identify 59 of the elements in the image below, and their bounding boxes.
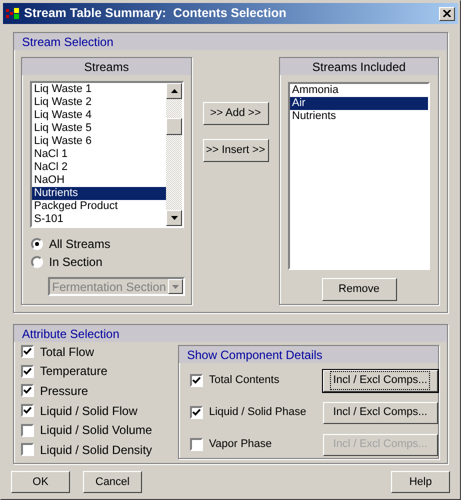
list-item[interactable]: Liq Waste 6 [32, 135, 166, 148]
checkbox-label: Liquid / Solid Volume [40, 422, 152, 440]
list-item[interactable]: NaCl 2 [32, 161, 166, 174]
close-icon [443, 10, 451, 17]
dialog-button[interactable]: Cancel [83, 471, 142, 493]
checkbox[interactable] [21, 364, 34, 378]
list-item[interactable]: Ammonia [290, 84, 428, 97]
checkbox-label: Total Flow [40, 344, 94, 361]
panel-title: Streams [22, 58, 191, 75]
included-list[interactable]: Ammonia Air Nutrients [288, 82, 430, 270]
add-button[interactable]: >> Add >> [202, 102, 268, 125]
radio-label: All Streams [49, 236, 110, 252]
remove-button[interactable]: Remove [322, 278, 396, 301]
list-item[interactable]: Liq Waste 1 [32, 83, 166, 96]
incl-excl-button[interactable]: Incl / Excl Comps... [322, 402, 438, 424]
scroll-up-icon [170, 89, 178, 93]
checkbox[interactable] [190, 406, 203, 419]
list-item[interactable]: Packged Product [32, 200, 166, 213]
checkbox[interactable] [21, 404, 34, 418]
checkbox-label: Pressure [40, 382, 88, 400]
checkbox-label: Liquid / Solid Phase [209, 405, 308, 420]
group-title: Show Component Details [179, 346, 438, 363]
checkbox[interactable] [21, 384, 34, 398]
group-title: Attribute Selection [14, 325, 447, 342]
checkbox-label: Vapor Phase [209, 437, 273, 452]
list-item[interactable]: NaCl 1 [32, 148, 166, 161]
checkbox-label: Temperature [40, 363, 108, 380]
dropdown-arrow-icon [172, 284, 180, 288]
list-item[interactable]: Liq Waste 2 [32, 96, 166, 109]
checkbox[interactable] [21, 443, 34, 456]
list-item[interactable]: Air [290, 97, 428, 110]
list-item[interactable]: NaOH [32, 174, 166, 187]
scrollbar[interactable] [166, 83, 182, 226]
panel-title: Streams Included [280, 58, 438, 75]
checkbox[interactable] [21, 424, 34, 437]
window-title: Stream Table Summary: Contents Selection [24, 5, 286, 22]
list-item[interactable]: Liq Waste 4 [32, 109, 166, 122]
scroll-down-icon [170, 216, 178, 220]
close-button[interactable] [439, 6, 455, 20]
checkbox-label: Liquid / Solid Flow [40, 402, 138, 420]
streams-list[interactable]: Liq Waste 1 Liq Waste 2 Liq Waste 4 Liq Waste 5 Liq Waste 6 NaCl 1 NaCl 2 NaOH Nutrients Packged Product S-101 [30, 81, 184, 228]
list-item[interactable]: Nutrients [32, 187, 166, 200]
checkbox-label: Liquid / Solid Density [40, 442, 152, 459]
radio-label: In Section [49, 254, 102, 270]
checkbox-label: Total Contents [209, 373, 280, 388]
checkbox[interactable] [21, 345, 34, 358]
radio-button[interactable] [31, 238, 43, 250]
dialog-button[interactable]: Help [391, 471, 450, 493]
incl-excl-button[interactable]: Incl / Excl Comps... [322, 370, 438, 392]
list-item[interactable]: Nutrients [290, 110, 428, 123]
app-icon [6, 8, 20, 20]
insert-button[interactable]: >> Insert >> [202, 139, 268, 162]
dialog-button[interactable]: OK [11, 471, 70, 493]
list-item[interactable]: S-101 [32, 213, 166, 226]
list-item[interactable]: Liq Waste 5 [32, 122, 166, 135]
radio-button[interactable] [31, 256, 43, 268]
scroll-thumb[interactable] [166, 118, 182, 135]
group-title: Stream Selection [14, 33, 447, 50]
checkbox[interactable] [190, 374, 203, 387]
